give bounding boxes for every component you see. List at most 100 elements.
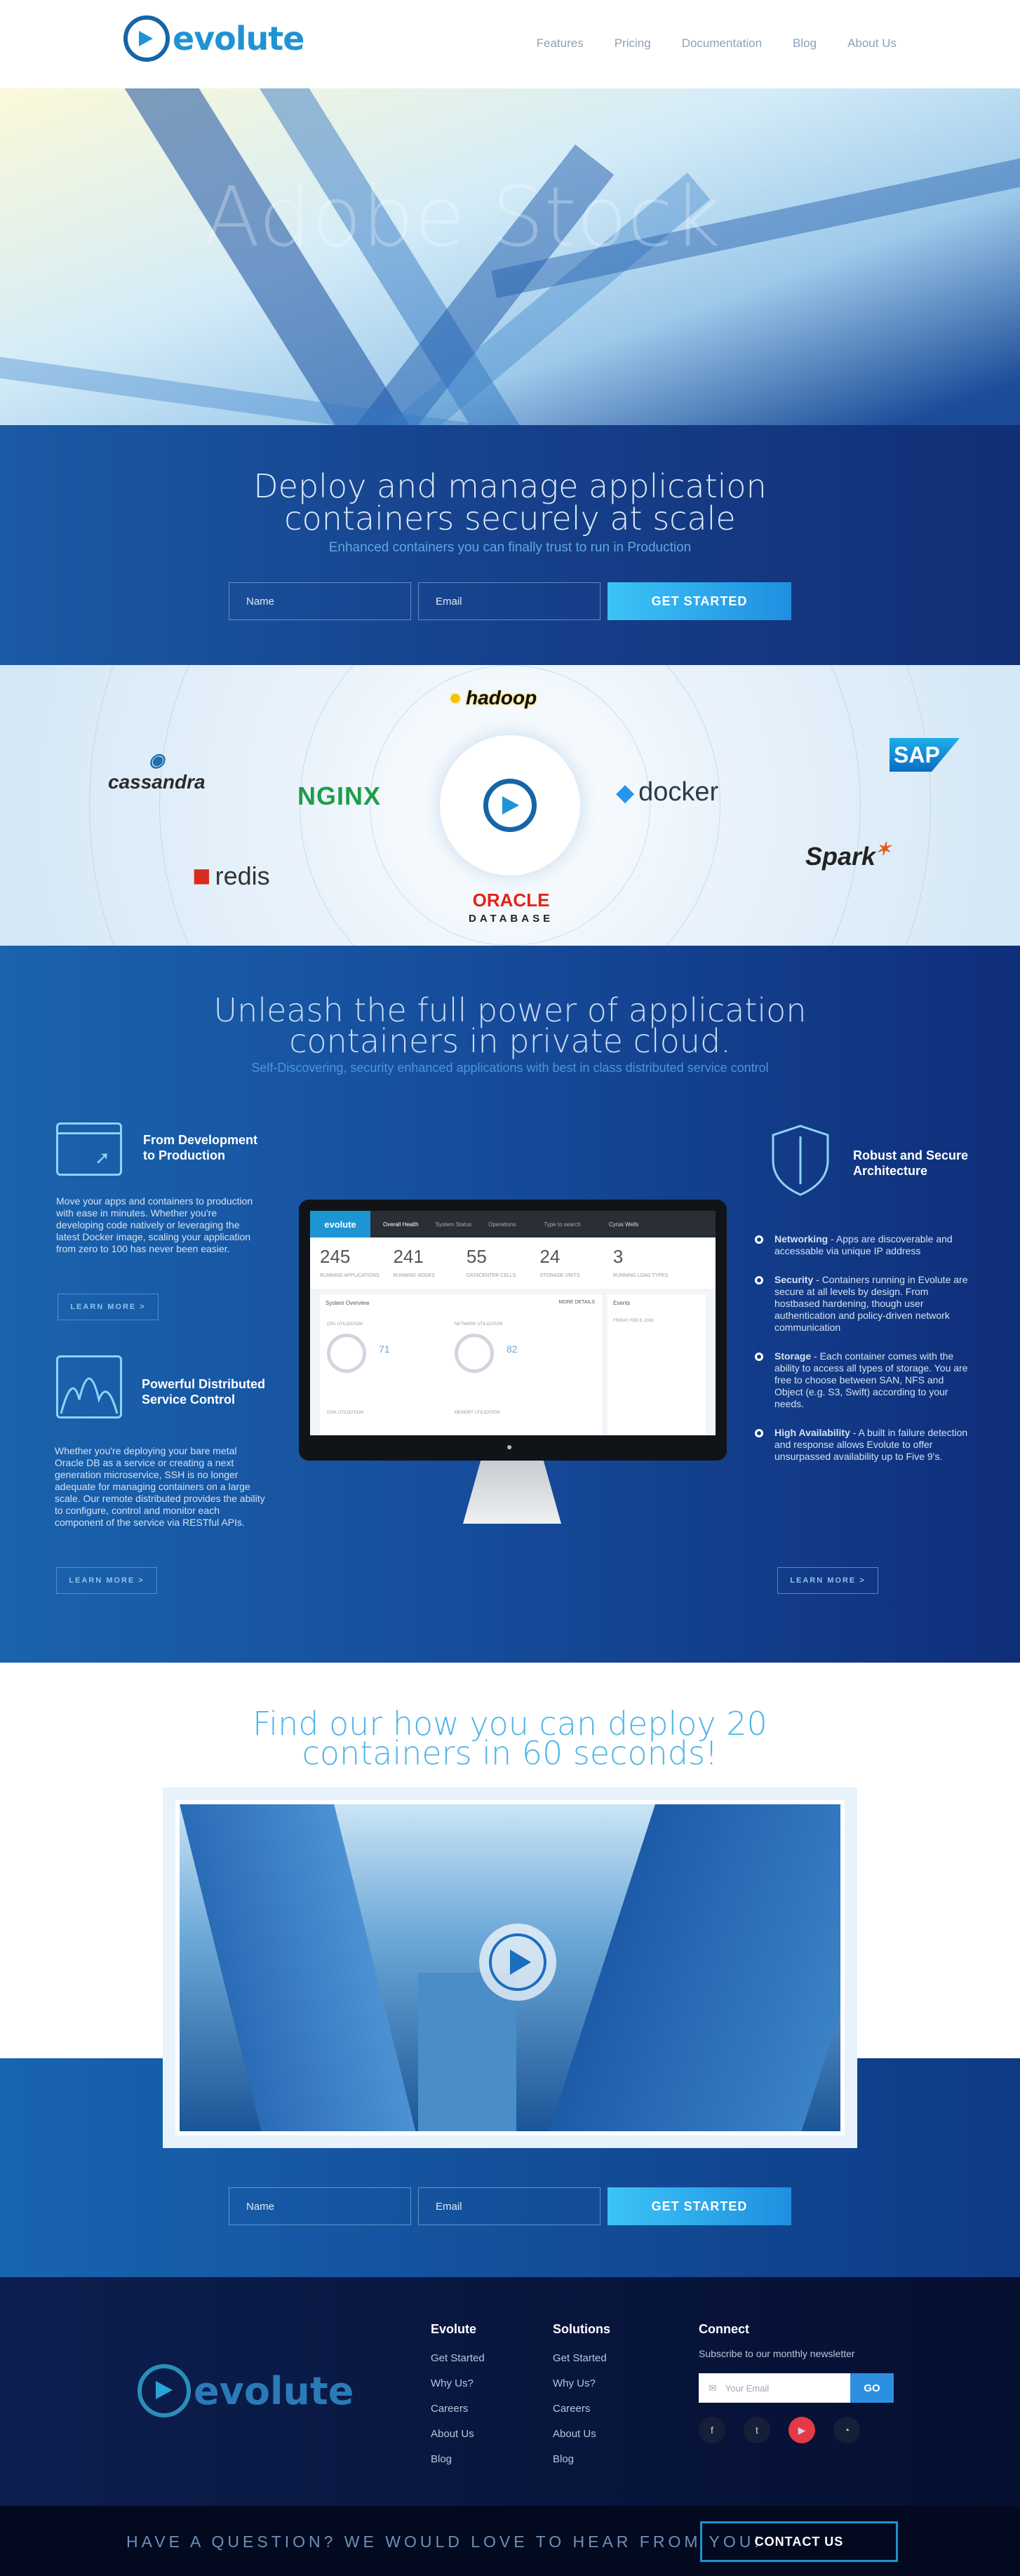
features-title-line2: containers in private cloud.	[289, 1022, 731, 1060]
dashboard-tab: Operations	[488, 1221, 516, 1228]
spark-logo: Spark ✶	[805, 838, 891, 871]
footer-col-title: Connect	[699, 2322, 749, 2336]
footer-link[interactable]: Blog	[431, 2453, 485, 2465]
video-signup-form: Name Email GET STARTED	[229, 2187, 791, 2225]
dashboard-tab: System Status	[435, 1221, 472, 1228]
apple-logo-icon: ●	[506, 1441, 513, 1452]
hero-email-input[interactable]: Email	[418, 582, 600, 620]
bullet-dot-icon	[755, 1353, 763, 1361]
features-title: Unleash the full power of application co…	[0, 991, 1020, 1060]
footer-logo-mark-icon	[137, 2364, 191, 2417]
contact-us-button[interactable]: CONTACT US	[700, 2521, 898, 2562]
feature-service-learn-more-button[interactable]: LEARN MORE >	[56, 1567, 157, 1594]
dashboard-screen: evolute Overall Health System Status Ope…	[310, 1211, 716, 1435]
shield-icon	[770, 1124, 831, 1197]
contact-question: HAVE A QUESTION? WE WOULD LOVE TO HEAR F…	[126, 2533, 763, 2551]
footer-link[interactable]: Why Us?	[431, 2377, 485, 2389]
rss-icon[interactable]: ◔	[833, 2417, 860, 2443]
feature-secure-bullets: Networking - Apps are discoverable and a…	[755, 1233, 971, 1463]
video-title: Find our how you can deploy 20 container…	[0, 1708, 1020, 1772]
oracle-logo: ORACLE DATABASE	[469, 890, 553, 925]
spark-star-icon: ✶	[875, 838, 891, 859]
bullet-dot-icon	[755, 1276, 763, 1284]
footer-link[interactable]: Careers	[431, 2403, 485, 2415]
newsletter-text: Subscribe to our monthly newsletter	[699, 2348, 855, 2359]
video-title-line2: containers in 60 seconds!	[302, 1734, 718, 1772]
bullet-title: High Availability	[774, 1427, 850, 1438]
newsletter-go-button[interactable]: GO	[850, 2373, 894, 2403]
footer-link[interactable]: Why Us?	[553, 2377, 610, 2389]
docker-whale-icon: ◆	[616, 779, 635, 806]
feature-dev-heading-line1: From Development	[143, 1133, 258, 1147]
nav-link-pricing[interactable]: Pricing	[615, 36, 651, 51]
site-logo[interactable]: evolute	[123, 15, 304, 62]
play-button[interactable]	[479, 1924, 556, 2001]
feature-service-text: Whether you're deploying your bare metal…	[55, 1445, 265, 1528]
footer-link[interactable]: About Us	[553, 2428, 610, 2440]
center-evolute-logo	[440, 735, 580, 876]
docker-text: docker	[638, 777, 719, 807]
feature-secure-heading: Robust and Secure Architecture	[853, 1148, 968, 1179]
overview-title: System Overview	[326, 1300, 370, 1306]
footer-col-solutions: Solutions Get Started Why Us? Careers Ab…	[553, 2322, 610, 2478]
facebook-icon[interactable]: f	[699, 2417, 725, 2443]
bullet-item: Security - Containers running in Evolute…	[755, 1274, 971, 1334]
feature-dev-learn-more-button[interactable]: LEARN MORE >	[58, 1294, 159, 1320]
video-name-input[interactable]: Name	[229, 2187, 411, 2225]
cassandra-text: cassandra	[108, 771, 206, 793]
stat-card: 3 RUNNING LOAD TYPES	[612, 1246, 669, 1278]
hero-name-input[interactable]: Name	[229, 582, 411, 620]
nav-link-blog[interactable]: Blog	[793, 36, 817, 51]
nav-link-about[interactable]: About Us	[847, 36, 897, 51]
feature-secure-learn-more-button[interactable]: LEARN MORE >	[777, 1567, 878, 1594]
feature-dev-heading-line2: to Production	[143, 1148, 225, 1162]
bullet-dot-icon	[755, 1429, 763, 1437]
feature-service-heading-line1: Powerful Distributed	[142, 1377, 266, 1391]
nav-link-features[interactable]: Features	[537, 36, 584, 51]
distribution-chart-icon	[56, 1355, 122, 1418]
bullet-item: High Availability - A built in failure d…	[755, 1427, 971, 1463]
logo-text: evolute	[173, 20, 304, 58]
feature-service-heading-line2: Service Control	[142, 1393, 236, 1407]
bullet-title: Security	[774, 1274, 814, 1285]
footer-col-title: Evolute	[431, 2322, 477, 2336]
feature-secure-heading-line1: Robust and Secure	[853, 1148, 969, 1162]
redis-text: redis	[215, 861, 270, 890]
feature-dev-heading: From Development to Production	[143, 1132, 257, 1163]
footer-link[interactable]: About Us	[431, 2428, 485, 2440]
youtube-icon[interactable]: ▶	[789, 2417, 815, 2443]
features-title-line1: Unleash the full power of application	[213, 991, 807, 1029]
social-links: f t ▶ ◔	[699, 2417, 902, 2443]
sap-logo: SAP	[890, 738, 960, 772]
top-navbar: evolute Features Pricing Documentation B…	[0, 0, 1020, 88]
video-email-input[interactable]: Email	[418, 2187, 600, 2225]
stat-card: 245 RUNNING APPLICATIONS	[320, 1246, 380, 1278]
newsletter-placeholder: Your Email	[725, 2382, 770, 2394]
twitter-icon[interactable]: t	[744, 2417, 770, 2443]
newsletter-form: ✉ Your Email GO	[699, 2373, 902, 2403]
newsletter-email-input[interactable]: ✉ Your Email	[699, 2373, 850, 2403]
footer-col-title: Solutions	[553, 2322, 610, 2336]
nginx-logo: NGINX	[297, 781, 382, 810]
footer-logo[interactable]: evolute	[137, 2364, 354, 2417]
stat-card: 241 RUNNING NODES	[393, 1246, 435, 1278]
dashboard-monitor: evolute Overall Health System Status Ope…	[299, 1200, 727, 1461]
browser-window-icon: ➚	[56, 1122, 122, 1176]
oracle-text: ORACLE	[472, 890, 550, 911]
hero-get-started-button[interactable]: GET STARTED	[608, 582, 791, 620]
footer-logo-text: evolute	[194, 2368, 354, 2413]
bullet-dot-icon	[755, 1235, 763, 1244]
nav-link-documentation[interactable]: Documentation	[682, 36, 762, 51]
nav-links: Features Pricing Documentation Blog Abou…	[537, 36, 897, 51]
hero-signup-form: Name Email GET STARTED	[229, 582, 791, 620]
footer-link[interactable]: Get Started	[553, 2352, 610, 2364]
footer-link[interactable]: Get Started	[431, 2352, 485, 2364]
footer-link[interactable]: Blog	[553, 2453, 610, 2465]
stat-card: 55 DATACENTER CELLS	[466, 1246, 516, 1278]
video-thumbnail	[175, 1800, 845, 2135]
dashboard-topbar: evolute Overall Health System Status Ope…	[310, 1211, 716, 1237]
footer-link[interactable]: Careers	[553, 2403, 610, 2415]
network-gauge	[455, 1334, 494, 1373]
video-get-started-button[interactable]: GET STARTED	[608, 2187, 791, 2225]
oracle-database-text: DATABASE	[469, 913, 554, 925]
